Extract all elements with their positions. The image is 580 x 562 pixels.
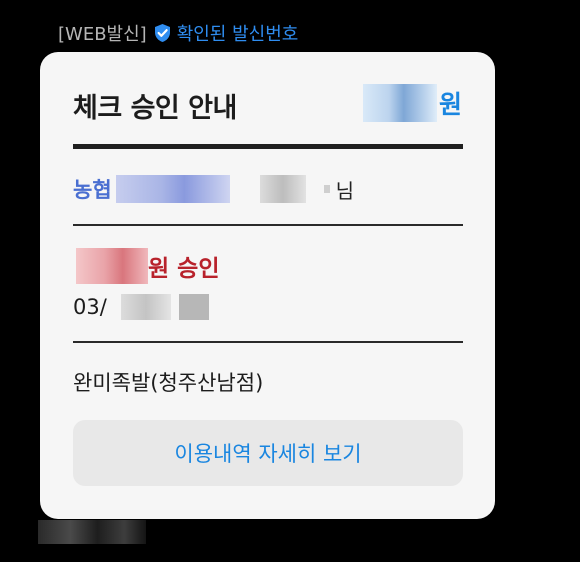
customer-name-redacted-tail <box>323 185 330 193</box>
approval-divider <box>73 341 463 343</box>
approval-notice-card: 체크 승인 안내 원 농협 님 원 승인 03/ 완미족발(청주산남점) 이용내… <box>40 52 495 519</box>
amount-redacted <box>362 84 437 122</box>
amount-currency: 원 <box>438 90 462 119</box>
merchant-name: 완미족발(청주산남점) <box>73 371 264 395</box>
view-details-button[interactable]: 이용내역 자세히 보기 <box>73 420 463 486</box>
customer-line: 농협 님 <box>73 172 354 206</box>
customer-name-redacted <box>259 175 306 203</box>
approval-amount-redacted <box>76 248 148 284</box>
approval-datetime: 03/ <box>73 290 209 324</box>
title-divider <box>73 144 463 149</box>
message-timestamp-redacted <box>38 520 146 544</box>
mms-message-view: [WEB발신] 확인된 발신번호 체크 승인 안내 원 농협 님 원 승인 03… <box>0 0 580 562</box>
honorific-suffix: 님 <box>335 178 355 203</box>
customer-divider <box>73 224 463 226</box>
verified-shield-icon <box>153 23 172 43</box>
card-info-redacted <box>115 175 230 203</box>
approval-time-redacted <box>178 294 209 320</box>
approval-label: 원 승인 <box>148 256 220 282</box>
card-title: 체크 승인 안내 <box>73 93 237 124</box>
verified-sender-label: 확인된 발신번호 <box>176 24 299 45</box>
approval-line: 원 승인 <box>76 248 220 284</box>
approval-date-redacted <box>120 294 171 320</box>
web-sender-tag: [WEB발신] <box>58 24 147 45</box>
approval-date-prefix: 03/ <box>73 295 107 319</box>
bank-name: 농협 <box>73 178 112 202</box>
sender-header: [WEB발신] 확인된 발신번호 <box>58 20 298 46</box>
approval-amount: 원 <box>362 84 462 122</box>
